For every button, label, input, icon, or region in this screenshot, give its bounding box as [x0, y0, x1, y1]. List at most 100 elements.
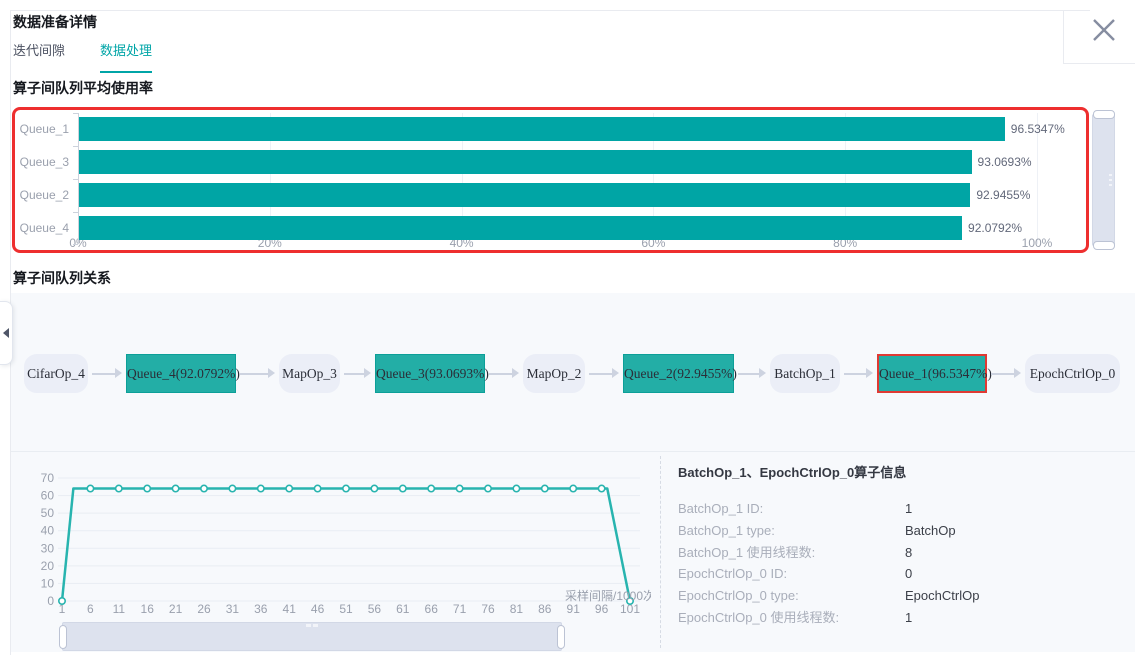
flow-node-queue_3[interactable]: Queue_3(93.0693%): [375, 354, 485, 393]
svg-text:56: 56: [368, 602, 382, 616]
svg-text:20: 20: [41, 559, 55, 573]
info-row-label: BatchOp_1 ID:: [678, 498, 763, 520]
info-row-value: BatchOp: [905, 520, 956, 542]
svg-text:26: 26: [197, 602, 211, 616]
dialog-top-border: [10, 10, 1090, 11]
info-row-label: EpochCtrlOp_0 使用线程数:: [678, 607, 839, 629]
svg-text:16: 16: [141, 602, 155, 616]
bar-yaxis-tick: [73, 244, 78, 245]
bar-row-queue_2[interactable]: Queue_2 92.9455%: [15, 183, 1086, 207]
bar-value-label: 96.5347%: [1011, 117, 1065, 141]
vertical-slider-top-handle[interactable]: [1093, 110, 1115, 119]
bar-rect[interactable]: [79, 183, 970, 207]
red-highlight-box: 0%20%40%60%80%100%Queue_196.5347%Queue_3…: [12, 107, 1089, 253]
vertical-slider-bottom-handle[interactable]: [1093, 241, 1115, 250]
bar-category-label: Queue_2: [17, 183, 69, 207]
info-row-value: 1: [905, 607, 912, 629]
vertical-slider-grip-icon: [1109, 174, 1112, 186]
queue-detail-panel: 0102030405060701611162126313641465156616…: [11, 451, 1135, 652]
flow-node-queue_2[interactable]: Queue_2(92.9455%): [623, 354, 734, 393]
flow-node-epochctrlop_0[interactable]: EpochCtrlOp_0: [1025, 354, 1120, 393]
svg-text:41: 41: [283, 602, 297, 616]
svg-text:76: 76: [481, 602, 495, 616]
header-corner-divider: [1063, 63, 1135, 64]
info-row-value: EpochCtrlOp: [905, 585, 979, 607]
svg-text:36: 36: [254, 602, 268, 616]
queue-relation-section-title: 算子间队列关系: [13, 268, 111, 288]
info-row-value: 1: [905, 498, 912, 520]
flow-arrow: [589, 373, 613, 375]
flow-arrow: [92, 373, 116, 375]
flow-arrow-head-icon: [364, 368, 371, 378]
svg-text:31: 31: [226, 602, 240, 616]
flow-node-batchop_1[interactable]: BatchOp_1: [770, 354, 840, 393]
bar-value-label: 92.0792%: [968, 216, 1022, 240]
svg-text:70: 70: [41, 471, 55, 485]
bar-category-label: Queue_4: [17, 216, 69, 240]
bar-value-label: 92.9455%: [976, 183, 1030, 207]
range-slider-left-handle[interactable]: [59, 625, 67, 649]
bar-value-label: 93.0693%: [978, 150, 1032, 174]
flow-node-mapop_2[interactable]: MapOp_2: [523, 354, 585, 393]
data-preparation-dialog: 数据准备详情 迭代间隙 数据处理 算子间队列平均使用率 0%20%40%60%8…: [0, 0, 1135, 670]
flow-arrow: [991, 373, 1015, 375]
svg-text:60: 60: [41, 489, 55, 503]
bar-row-queue_3[interactable]: Queue_393.0693%: [15, 150, 1086, 174]
svg-text:71: 71: [453, 602, 467, 616]
operator-queue-flow-diagram: CifarOp_4 Queue_4(92.0792%) MapOp_3 Queue_3…: [11, 293, 1135, 451]
svg-text:6: 6: [87, 602, 94, 616]
svg-text:0: 0: [47, 594, 54, 608]
bar-yaxis-tick: [73, 212, 78, 213]
bar-yaxis-tick: [73, 179, 78, 180]
info-panel-divider: [660, 456, 661, 648]
flow-arrow: [344, 373, 365, 375]
line-chart-range-slider[interactable]: [62, 622, 562, 651]
queue-usage-section-title: 算子间队列平均使用率: [13, 78, 153, 98]
flow-arrow: [738, 373, 760, 375]
svg-text:61: 61: [396, 602, 410, 616]
info-row-label: BatchOp_1 type:: [678, 520, 775, 542]
svg-text:11: 11: [113, 602, 126, 616]
bar-row-queue_4[interactable]: Queue_4 92.0792%: [15, 216, 1086, 240]
close-icon[interactable]: [1090, 16, 1118, 44]
flow-arrow-head-icon: [268, 368, 275, 378]
flow-arrow-head-icon: [759, 368, 766, 378]
bar-rect[interactable]: [79, 216, 962, 240]
tab-iteration-gap[interactable]: 迭代间隙: [13, 40, 65, 71]
flow-node-cifarop_4[interactable]: CifarOp_4: [24, 354, 88, 393]
info-row: BatchOp_1 type: BatchOp: [678, 520, 1118, 542]
svg-text:91: 91: [567, 602, 581, 616]
bar-rect[interactable]: [79, 150, 972, 174]
range-slider-right-handle[interactable]: [557, 625, 565, 649]
bar-yaxis-tick: [73, 146, 78, 147]
info-row: BatchOp_1 使用线程数:8: [678, 542, 1118, 564]
flow-arrow: [240, 373, 269, 375]
bar-chart-vertical-zoom-slider[interactable]: [1092, 114, 1115, 246]
info-row-value: 8: [905, 542, 912, 564]
operator-info-title: BatchOp_1、EpochCtrlOp_0算子信息: [678, 462, 1118, 481]
info-row: EpochCtrlOp_0 ID:0: [678, 563, 1118, 585]
collapse-arrow-icon: [3, 328, 9, 338]
bar-row-queue_1[interactable]: Queue_1 96.5347%: [15, 117, 1086, 141]
sidebar-collapse-button[interactable]: [0, 301, 13, 365]
bar-category-label: Queue_1: [17, 117, 69, 141]
svg-text:86: 86: [538, 602, 552, 616]
flow-arrow: [489, 373, 513, 375]
svg-text:10: 10: [41, 576, 55, 590]
flow-node-mapop_3[interactable]: MapOp_3: [279, 354, 340, 393]
flow-node-queue_4[interactable]: Queue_4(92.0792%): [126, 354, 236, 393]
svg-text:21: 21: [169, 602, 183, 616]
bar-rect[interactable]: [79, 117, 1005, 141]
tab-data-processing[interactable]: 数据处理: [100, 40, 152, 73]
dialog-title: 数据准备详情: [13, 12, 97, 32]
svg-text:50: 50: [41, 506, 55, 520]
flow-arrow: [844, 373, 867, 375]
svg-text:46: 46: [311, 602, 325, 616]
info-row: EpochCtrlOp_0 type: EpochCtrlOp: [678, 585, 1118, 607]
flow-node-queue_1[interactable]: Queue_1(96.5347%): [877, 354, 987, 393]
queue-usage-bar-chart: 0%20%40%60%80%100%Queue_196.5347%Queue_3…: [15, 110, 1086, 250]
flow-arrow-head-icon: [1014, 368, 1021, 378]
flow-arrow-head-icon: [115, 368, 122, 378]
info-row-label: EpochCtrlOp_0 type:: [678, 585, 799, 607]
flow-arrow-head-icon: [866, 368, 873, 378]
